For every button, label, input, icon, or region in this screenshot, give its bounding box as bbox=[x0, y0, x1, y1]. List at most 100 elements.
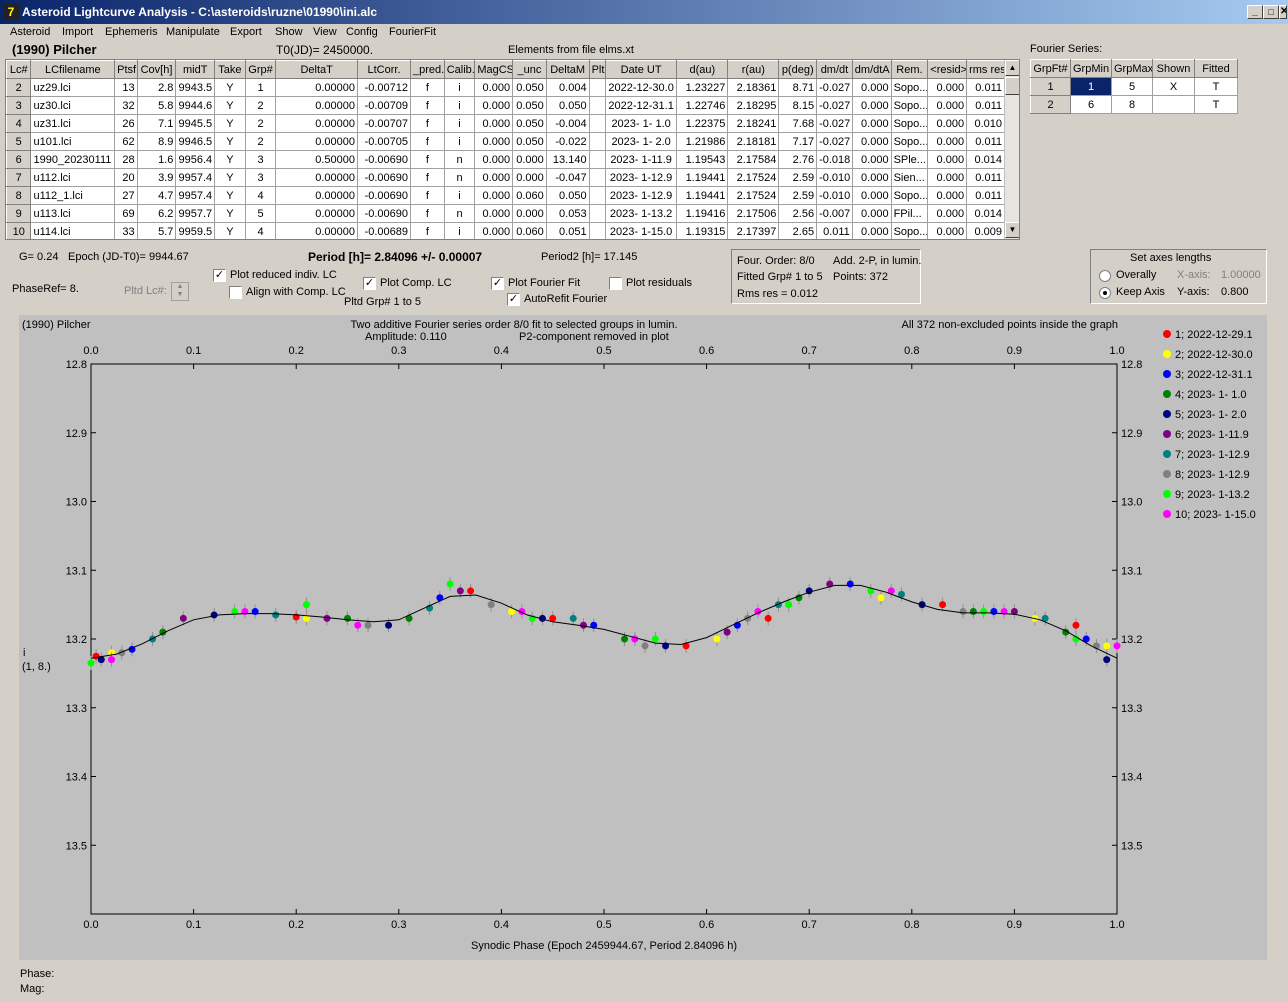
pltd-lc-spinner[interactable]: ▲ ▼ bbox=[171, 282, 189, 301]
table-cell[interactable]: 1.23227 bbox=[676, 78, 729, 97]
table-cell[interactable]: 2.18295 bbox=[727, 96, 780, 115]
table-cell[interactable]: 62 bbox=[114, 132, 138, 151]
table-cell[interactable]: 1 bbox=[244, 78, 277, 97]
lc-column-header[interactable]: dm/dtA bbox=[851, 60, 892, 79]
table-cell[interactable]: -0.00690 bbox=[356, 150, 412, 169]
table-cell[interactable]: -0.00690 bbox=[356, 186, 412, 205]
data-point[interactable] bbox=[87, 659, 95, 667]
table-cell[interactable]: 0.000 bbox=[474, 168, 514, 187]
data-point[interactable] bbox=[990, 608, 998, 615]
table-cell[interactable]: 2.17524 bbox=[727, 186, 780, 205]
table-cell[interactable]: Sopo... bbox=[890, 78, 929, 97]
table-row[interactable]: 9 u113.lci 69 6.2 9957.7 Y 5 0.00000 -0.00690 f n 0… bbox=[6, 204, 1005, 223]
table-cell[interactable]: i bbox=[443, 222, 476, 239]
lc-column-header[interactable]: d(au) bbox=[676, 60, 729, 79]
table-cell[interactable]: 0.000 bbox=[512, 204, 547, 223]
table-cell[interactable] bbox=[588, 150, 606, 169]
table-cell[interactable]: 0.000 bbox=[851, 150, 892, 169]
table-cell[interactable]: -0.010 bbox=[816, 168, 853, 187]
table-cell[interactable]: -0.027 bbox=[816, 114, 853, 133]
fourier-cell[interactable]: 1 bbox=[1030, 77, 1071, 96]
table-cell[interactable]: -0.047 bbox=[545, 168, 590, 187]
table-cell[interactable]: 0.050 bbox=[512, 114, 547, 133]
table-cell[interactable]: SPle... bbox=[890, 150, 929, 169]
table-cell[interactable]: 2.56 bbox=[778, 204, 818, 223]
table-cell[interactable]: 0.011 bbox=[816, 222, 853, 239]
table-cell[interactable]: 0.000 bbox=[474, 78, 514, 97]
table-cell[interactable]: 0.060 bbox=[512, 222, 547, 239]
lc-column-header[interactable]: Rem. bbox=[890, 60, 929, 79]
lc-column-header[interactable]: midT bbox=[175, 60, 216, 79]
table-cell[interactable]: 2.18241 bbox=[727, 114, 780, 133]
data-point[interactable] bbox=[108, 656, 116, 664]
table-cell[interactable]: Y bbox=[214, 132, 246, 151]
table-cell[interactable]: uz30.lci bbox=[30, 96, 116, 115]
table-cell[interactable]: 5.7 bbox=[136, 222, 177, 239]
table-cell[interactable]: i bbox=[443, 114, 476, 133]
y-axis-value[interactable]: 0.800 bbox=[1221, 286, 1249, 298]
data-point[interactable] bbox=[467, 587, 475, 595]
table-cell[interactable]: 0.000 bbox=[927, 222, 968, 239]
table-cell[interactable]: 28 bbox=[114, 150, 138, 169]
table-cell[interactable]: 2.65 bbox=[778, 222, 818, 239]
table-cell[interactable]: 0.00000 bbox=[275, 132, 358, 151]
table-cell[interactable]: 0.00000 bbox=[275, 78, 358, 97]
table-cell[interactable]: -0.00712 bbox=[356, 78, 412, 97]
lightcurve-plot[interactable]: (1990) Pilcher Two additive Fourier serie… bbox=[19, 315, 1267, 960]
table-cell[interactable]: 0.011 bbox=[966, 132, 1005, 151]
table-cell[interactable]: 3 bbox=[244, 168, 277, 187]
table-cell[interactable]: f bbox=[410, 96, 445, 115]
table-cell[interactable]: 4.7 bbox=[136, 186, 177, 205]
table-cell[interactable]: 1.19416 bbox=[676, 204, 729, 223]
table-cell[interactable]: 0.000 bbox=[512, 150, 547, 169]
table-row[interactable]: 2 uz29.lci 13 2.8 9943.5 Y 1 0.00000 -0.00712 f i 0… bbox=[6, 78, 1005, 97]
table-cell[interactable]: 0.000 bbox=[927, 78, 968, 97]
menu-config[interactable]: Config bbox=[346, 26, 378, 38]
table-cell[interactable]: -0.00707 bbox=[356, 114, 412, 133]
table-cell[interactable]: 2.17506 bbox=[727, 204, 780, 223]
table-cell[interactable]: 9944.6 bbox=[175, 96, 216, 115]
menu-ephemeris[interactable]: Ephemeris bbox=[105, 26, 158, 38]
fourier-cell[interactable]: 5 bbox=[1111, 77, 1153, 96]
table-cell[interactable]: 0.000 bbox=[927, 114, 968, 133]
plot-area[interactable] bbox=[90, 363, 1118, 915]
table-cell[interactable]: 2.18181 bbox=[727, 132, 780, 151]
minimize-button[interactable]: _ bbox=[1247, 5, 1263, 19]
fourier-column-header[interactable]: GrpMin bbox=[1070, 59, 1112, 78]
table-cell[interactable] bbox=[588, 186, 606, 205]
data-point[interactable] bbox=[651, 635, 659, 643]
table-cell[interactable]: 0.014 bbox=[966, 150, 1005, 169]
data-point[interactable] bbox=[713, 635, 721, 643]
table-cell[interactable]: 69 bbox=[114, 204, 138, 223]
table-cell[interactable]: -0.027 bbox=[816, 132, 853, 151]
data-point[interactable] bbox=[959, 608, 967, 615]
table-cell[interactable]: 0.004 bbox=[545, 78, 590, 97]
table-cell[interactable]: 1.19315 bbox=[676, 222, 729, 239]
table-cell[interactable]: 4 bbox=[6, 114, 32, 133]
table-row[interactable]: 10 u114.lci 33 5.7 9959.5 Y 4 0.00000 -0.00689 f i… bbox=[6, 222, 1005, 239]
table-cell[interactable] bbox=[588, 222, 606, 239]
table-cell[interactable]: Y bbox=[214, 78, 246, 97]
fourier-cell[interactable]: T bbox=[1194, 95, 1238, 114]
data-point[interactable] bbox=[446, 580, 454, 588]
table-cell[interactable]: 2 bbox=[244, 132, 277, 151]
table-cell[interactable]: -0.018 bbox=[816, 150, 853, 169]
data-point[interactable] bbox=[272, 611, 280, 619]
table-cell[interactable]: 0.000 bbox=[474, 186, 514, 205]
table-row[interactable]: 7 u112.lci 20 3.9 9957.4 Y 3 0.00000 -0.00690 f n 0… bbox=[6, 168, 1005, 187]
data-point[interactable] bbox=[364, 621, 372, 629]
fourier-row[interactable]: 268 T bbox=[1030, 95, 1238, 114]
table-cell[interactable]: -0.007 bbox=[816, 204, 853, 223]
table-cell[interactable]: i bbox=[443, 132, 476, 151]
data-point[interactable] bbox=[846, 580, 854, 588]
table-cell[interactable]: 27 bbox=[114, 186, 138, 205]
table-cell[interactable]: Y bbox=[214, 150, 246, 169]
table-cell[interactable]: 2.17524 bbox=[727, 168, 780, 187]
lc-column-header[interactable]: _unc bbox=[512, 60, 547, 79]
autorefit-checkbox[interactable]: ✓ bbox=[507, 293, 520, 306]
fourier-cell[interactable]: X bbox=[1152, 77, 1195, 96]
table-cell[interactable]: 9959.5 bbox=[175, 222, 216, 239]
table-cell[interactable]: 1.22375 bbox=[676, 114, 729, 133]
table-cell[interactable]: u113.lci bbox=[30, 204, 116, 223]
data-point[interactable] bbox=[1072, 621, 1080, 629]
